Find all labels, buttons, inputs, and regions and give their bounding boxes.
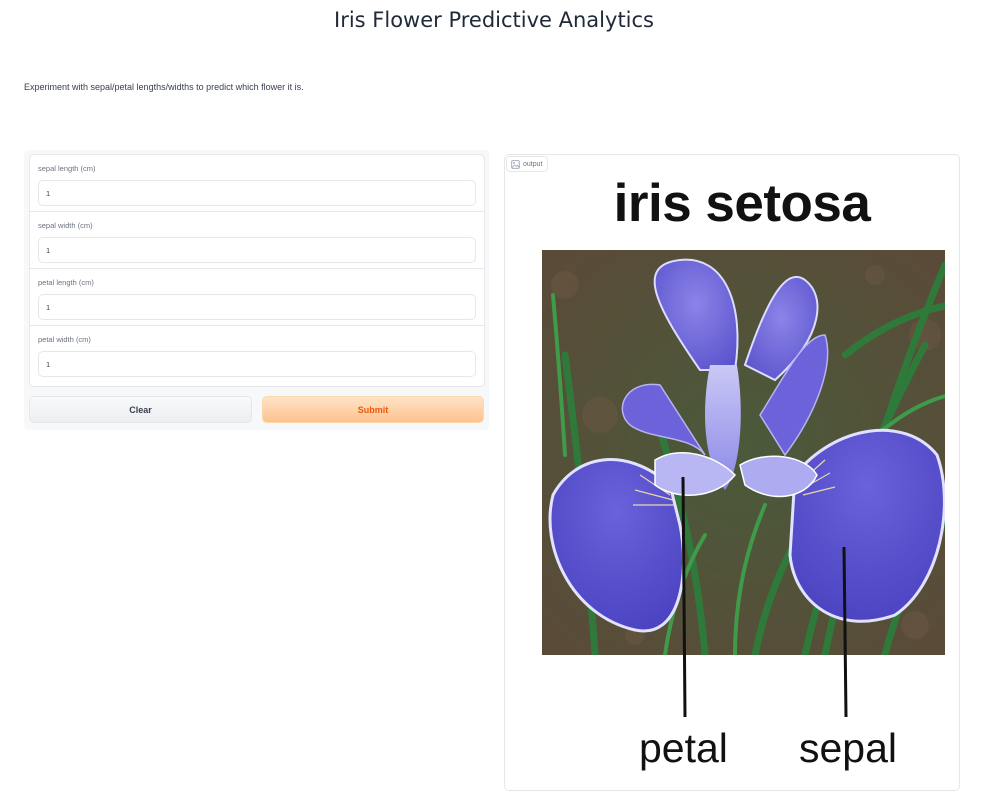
petal-width-label: petal width (cm) xyxy=(38,335,91,344)
input-fields-group: sepal length (cm) sepal width (cm) petal… xyxy=(29,154,485,387)
output-tag: output xyxy=(506,156,549,172)
petal-length-input[interactable] xyxy=(38,294,476,320)
petal-label-text: petal xyxy=(639,725,728,771)
image-title-text: iris setosa xyxy=(613,174,871,233)
sepal-width-input[interactable] xyxy=(38,237,476,263)
page-title: Iris Flower Predictive Analytics xyxy=(334,8,654,32)
sepal-length-input[interactable] xyxy=(38,180,476,206)
clear-button[interactable]: Clear xyxy=(29,396,252,423)
iris-flower-image xyxy=(542,250,945,718)
field-sepal-length: sepal length (cm) xyxy=(30,155,484,212)
field-sepal-width: sepal width (cm) xyxy=(30,212,484,269)
field-petal-length: petal length (cm) xyxy=(30,269,484,326)
sepal-length-label: sepal length (cm) xyxy=(38,164,96,173)
output-tag-label: output xyxy=(523,160,543,168)
petal-length-label: petal length (cm) xyxy=(38,278,94,287)
sepal-width-label: sepal width (cm) xyxy=(38,221,93,230)
field-petal-width: petal width (cm) xyxy=(30,326,484,383)
input-panel: sepal length (cm) sepal width (cm) petal… xyxy=(24,150,489,430)
sepal-label-text: sepal xyxy=(799,725,898,771)
submit-button[interactable]: Submit xyxy=(262,396,484,423)
image-icon xyxy=(511,159,520,169)
page-description: Experiment with sepal/petal lengths/widt… xyxy=(24,82,304,92)
petal-width-input[interactable] xyxy=(38,351,476,377)
output-panel: iris setosa petal sepal output xyxy=(504,154,960,791)
